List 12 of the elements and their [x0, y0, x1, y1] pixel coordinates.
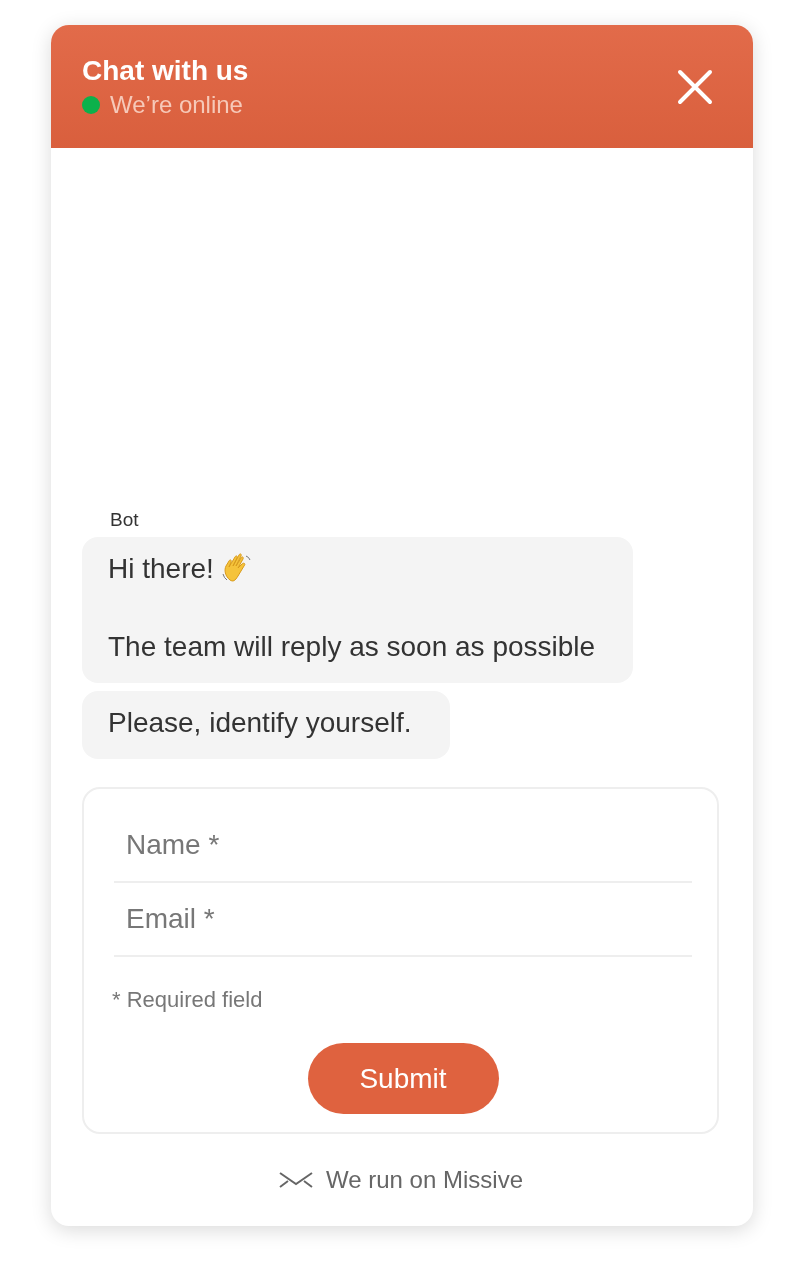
- close-button[interactable]: [677, 68, 713, 105]
- message-text: The team will reply as soon as possible: [108, 630, 596, 664]
- sender-name: Bot: [110, 509, 140, 531]
- required-note: * Required field: [112, 987, 264, 1013]
- message-text: Hi there!: [108, 552, 214, 586]
- status-text: We’re online: [110, 90, 243, 119]
- footer-text: We run on Missive: [326, 1166, 523, 1194]
- submit-button[interactable]: Submit: [307, 1043, 499, 1114]
- envelope-logo-icon: [278, 1170, 314, 1190]
- message-text: Please, identify yourself.: [108, 706, 412, 740]
- close-icon: [677, 68, 713, 105]
- chat-title: Chat with us: [82, 54, 249, 87]
